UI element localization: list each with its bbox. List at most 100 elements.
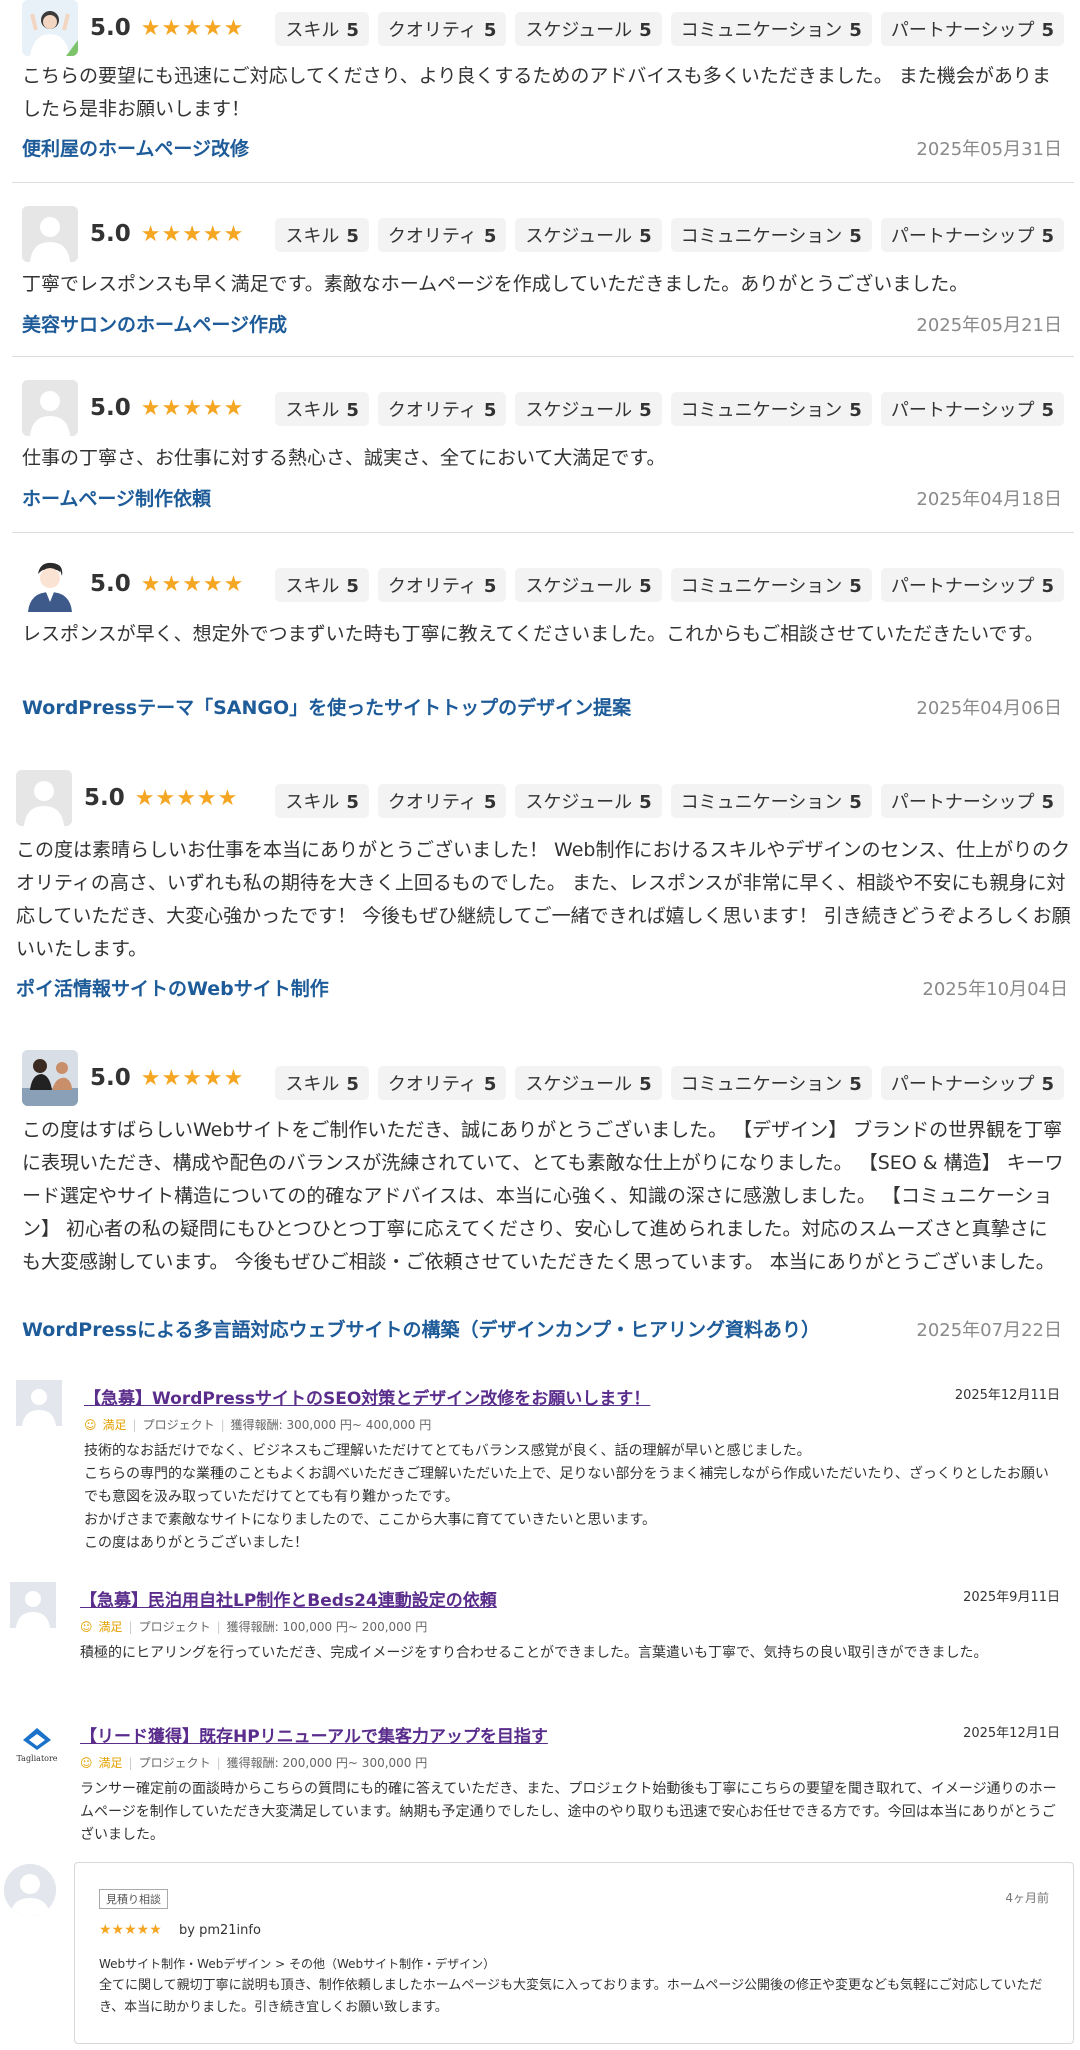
project-title-link[interactable]: 便利屋のホームページ改修 bbox=[22, 134, 249, 161]
review-score: 5.0 bbox=[90, 1065, 131, 1091]
project-title-link[interactable]: WordPressテーマ「SANGO」を使ったサイトトップのデザイン提案 bbox=[22, 693, 631, 720]
project-title-link[interactable]: ポイ活情報サイトのWebサイト制作 bbox=[16, 974, 329, 1001]
score-chips: スキル 5 クオリティ 5 スケジュール 5 コミュニケーション 5 パートナーシップ 5 bbox=[275, 1066, 1064, 1100]
project-title-link[interactable]: 美容サロンのホームページ作成 bbox=[22, 310, 287, 337]
review-item: 5.0 ★★★★★ スキル 5 クオリティ 5 スケジュール 5 コミュニケーション 5… bbox=[12, 206, 1074, 356]
lancers-review-item: 【急募】WordPressサイトのSEO対策とデザイン改修をお願いします！ 20… bbox=[0, 1374, 1080, 1564]
review-item: 5.0 ★★★★★ スキル 5 クオリティ 5 スケジュール 5 コミュニケーション 5… bbox=[12, 770, 1074, 1010]
reward-range: 獲得報酬: 100,000 円~ 200,000 円 bbox=[226, 1620, 428, 1634]
review-score: 5.0 bbox=[90, 395, 131, 421]
chip-quality: クオリティ 5 bbox=[377, 12, 507, 46]
star-rating: ★★★★★ bbox=[140, 15, 245, 41]
default-user-icon bbox=[4, 1864, 56, 1916]
chip-schedule: スケジュール 5 bbox=[515, 218, 662, 252]
reward-range: 獲得報酬: 200,000 円~ 300,000 円 bbox=[226, 1756, 428, 1770]
project-title-link[interactable]: WordPressによる多言語対応ウェブサイトの構築（デザインカンプ・ヒアリング… bbox=[22, 1315, 820, 1342]
job-type: プロジェクト bbox=[142, 1418, 215, 1432]
review-time: 4ヶ月前 bbox=[1005, 1891, 1049, 1905]
review-meta: ☺ 満足 | プロジェクト | 獲得報酬: 300,000 円~ 400,000… bbox=[84, 1417, 432, 1433]
review-item: 5.0 ★★★★★ スキル 5 クオリティ 5 スケジュール 5 コミュニケーション 5… bbox=[12, 1050, 1074, 1350]
reviewer-name: by pm21info bbox=[179, 1923, 261, 1938]
review-score: 5.0 bbox=[90, 571, 131, 597]
star-rating: ★★★★★ bbox=[134, 785, 239, 811]
divider bbox=[12, 532, 1074, 533]
score-chips: スキル 5 クオリティ 5 スケジュール 5 コミュニケーション 5 パートナーシップ 5 bbox=[275, 392, 1064, 426]
chip-schedule: スケジュール 5 bbox=[515, 784, 662, 818]
job-type: プロジェクト bbox=[138, 1620, 211, 1634]
review-score: 5.0 bbox=[90, 15, 131, 41]
satisfaction-label: 満足 bbox=[98, 1756, 123, 1770]
chip-communication: コミュニケーション 5 bbox=[670, 568, 872, 602]
chip-communication: コミュニケーション 5 bbox=[670, 784, 872, 818]
reward-range: 獲得報酬: 300,000 円~ 400,000 円 bbox=[230, 1418, 432, 1432]
review-text: こちらの要望にも迅速にご対応してくださり、より良くするためのアドバイスも多くいた… bbox=[22, 65, 1051, 120]
chip-skill: スキル 5 bbox=[275, 392, 369, 426]
project-title-link[interactable]: ホームページ制作依頼 bbox=[22, 484, 211, 511]
default-user-icon bbox=[16, 1380, 62, 1426]
job-title-link[interactable]: 【リード獲得】既存HPリニューアルで集客力アップを目指す bbox=[80, 1722, 548, 1747]
estimate-badge: 見積り相談 bbox=[99, 1889, 168, 1909]
review-item: 5.0 ★★★★★ スキル 5 クオリティ 5 スケジュール 5 コミュニケーション 5… bbox=[12, 556, 1074, 726]
review-text: 全てに関して親切丁寧に説明も頂き、制作依頼しましたホームページも大変気に入ってお… bbox=[99, 1978, 1043, 2015]
chip-schedule: スケジュール 5 bbox=[515, 568, 662, 602]
star-rating: ★★★★★ bbox=[140, 221, 245, 247]
review-text: この度はすばらしいWebサイトをご制作いただき、誠にありがとうございました。 【… bbox=[22, 1119, 1064, 1273]
divider bbox=[12, 182, 1074, 183]
job-title-link[interactable]: 【急募】民泊用自社LP制作とBeds24連動設定の依頼 bbox=[80, 1586, 497, 1611]
lancers-review-item: Tagliatore 【リード獲得】既存HPリニューアルで集客力アップを目指す … bbox=[0, 1712, 1080, 1862]
default-user-icon bbox=[16, 770, 72, 826]
chip-skill: スキル 5 bbox=[275, 218, 369, 252]
star-rating: ★★★★★ bbox=[140, 571, 245, 597]
chip-skill: スキル 5 bbox=[275, 568, 369, 602]
satisfaction-label: 満足 bbox=[98, 1620, 123, 1634]
review-body: ランサー確定前の面談時からこちらの質問にも的確に答えていただき、また、プロジェク… bbox=[80, 1781, 1057, 1843]
star-rating: ★★★★★ bbox=[99, 1922, 162, 1938]
chip-partnership: パートナーシップ 5 bbox=[880, 12, 1064, 46]
review-text: 仕事の丁寧さ、お仕事に対する熱心さ、誠実さ、全てにおいて大満足です。 bbox=[22, 447, 666, 469]
star-rating: ★★★★★ bbox=[140, 1065, 245, 1091]
massage-photo-icon bbox=[22, 1050, 78, 1106]
chip-communication: コミュニケーション 5 bbox=[670, 392, 872, 426]
chip-quality: クオリティ 5 bbox=[377, 218, 507, 252]
review-meta: ☺ 満足 | プロジェクト | 獲得報酬: 100,000 円~ 200,000… bbox=[80, 1619, 428, 1635]
review-date: 2025年04月06日 bbox=[916, 698, 1062, 719]
default-user-icon bbox=[10, 1582, 56, 1628]
review-body: 積極的にヒアリングを行っていただき、完成イメージをすり合わせることができました。… bbox=[80, 1645, 988, 1661]
default-user-icon bbox=[22, 206, 78, 262]
chip-schedule: スケジュール 5 bbox=[515, 1066, 662, 1100]
review-item: 5.0 ★★★★★ スキル 5 クオリティ 5 スケジュール 5 コミュニケーション 5… bbox=[12, 0, 1074, 180]
review-date: 2025年9月11日 bbox=[963, 1590, 1060, 1605]
score-chips: スキル 5 クオリティ 5 スケジュール 5 コミュニケーション 5 パートナーシップ 5 bbox=[275, 568, 1064, 602]
review-score: 5.0 bbox=[90, 221, 131, 247]
review-body: 技術的なお話だけでなく、ビジネスもご理解いただけてとてもバランス感覚が良く、話の… bbox=[84, 1443, 1049, 1551]
chip-communication: コミュニケーション 5 bbox=[670, 218, 872, 252]
tagliatore-logo-icon: Tagliatore bbox=[10, 1716, 64, 1770]
review-text: 丁寧でレスポンスも早く満足です。素敵なホームページを作成していただきました。あり… bbox=[22, 273, 969, 295]
review-date: 2025年07月22日 bbox=[916, 1320, 1062, 1341]
chip-partnership: パートナーシップ 5 bbox=[880, 784, 1064, 818]
chip-skill: スキル 5 bbox=[275, 784, 369, 818]
chip-quality: クオリティ 5 bbox=[377, 1066, 507, 1100]
review-date: 2025年04月18日 bbox=[916, 489, 1062, 510]
default-user-icon bbox=[22, 380, 78, 436]
smile-icon: ☺ bbox=[80, 1755, 93, 1770]
chip-schedule: スケジュール 5 bbox=[515, 12, 662, 46]
man-illustration-icon bbox=[22, 556, 78, 612]
job-type: プロジェクト bbox=[138, 1756, 211, 1770]
score-chips: スキル 5 クオリティ 5 スケジュール 5 コミュニケーション 5 パートナーシップ 5 bbox=[275, 784, 1064, 818]
job-title-link[interactable]: 【急募】WordPressサイトのSEO対策とデザイン改修をお願いします！ bbox=[84, 1384, 650, 1409]
review-text: レスポンスが早く、想定外でつまずいた時も丁寧に教えてくださいました。これからもご… bbox=[22, 623, 1044, 645]
review-date: 2025年05月31日 bbox=[916, 139, 1062, 160]
chip-quality: クオリティ 5 bbox=[377, 392, 507, 426]
review-text: この度は素晴らしいお仕事を本当にありがとうございました！ Web制作におけるスキ… bbox=[16, 839, 1071, 960]
review-date: 2025年05月21日 bbox=[916, 315, 1062, 336]
chip-quality: クオリティ 5 bbox=[377, 784, 507, 818]
chip-schedule: スケジュール 5 bbox=[515, 392, 662, 426]
divider bbox=[12, 356, 1074, 357]
chip-communication: コミュニケーション 5 bbox=[670, 12, 872, 46]
smile-icon: ☺ bbox=[84, 1417, 97, 1432]
chip-partnership: パートナーシップ 5 bbox=[880, 1066, 1064, 1100]
coconala-review-card: 見積り相談 4ヶ月前 ★★★★★ by pm21info Webサイト制作・We… bbox=[74, 1862, 1074, 2044]
chip-skill: スキル 5 bbox=[275, 12, 369, 46]
smile-icon: ☺ bbox=[80, 1619, 93, 1634]
